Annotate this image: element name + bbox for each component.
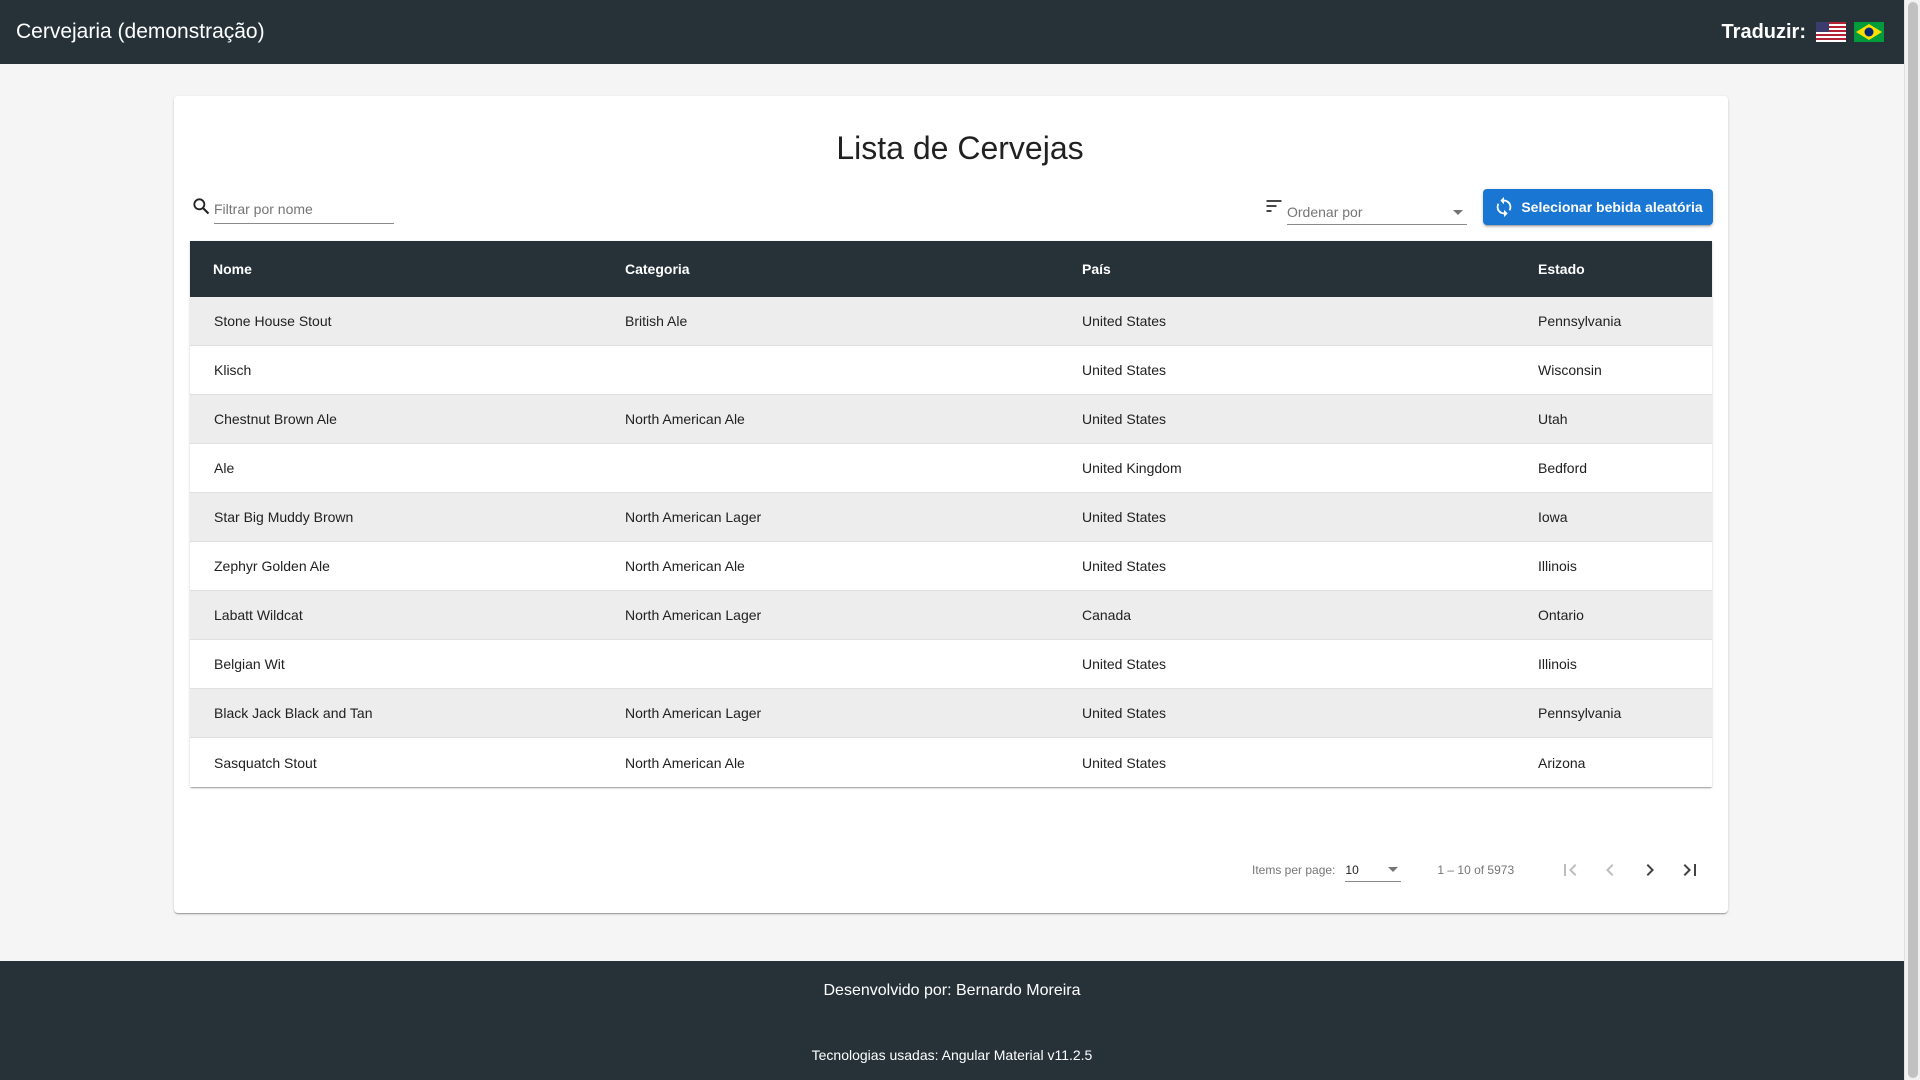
last-page-icon (1683, 864, 1697, 876)
items-per-page-select[interactable]: 10 (1345, 862, 1402, 882)
cell-state: Iowa (1538, 509, 1568, 525)
cell-state: Arizona (1538, 754, 1586, 771)
sort-placeholder: Ordenar por (1287, 204, 1363, 220)
cell-name: Belgian Wit (214, 656, 285, 672)
cell-country: United States (1082, 558, 1167, 574)
us-flag-icon[interactable] (1816, 22, 1846, 42)
developer-credit: Desenvolvido por: Bernardo Moreira (823, 982, 1081, 999)
chevron-left-icon (1606, 864, 1614, 876)
table-row[interactable]: Sasquatch Stout North American Ale Unite… (190, 738, 1712, 787)
table-header: Nome Categoria País Estado (190, 241, 1712, 297)
search-icon (191, 196, 211, 216)
cell-category: North American Lager (625, 509, 762, 525)
filter-input[interactable] (214, 201, 394, 217)
cell-country: United States (1082, 656, 1167, 672)
table-row[interactable]: Zephyr Golden Ale North American Ale Uni… (190, 542, 1712, 591)
cell-state: Illinois (1538, 656, 1577, 672)
previous-page-button[interactable] (1590, 850, 1630, 890)
cell-country: United States (1082, 509, 1167, 525)
scrollbar-thumb[interactable] (1908, 2, 1918, 1078)
brazil-flag-icon[interactable] (1854, 22, 1884, 42)
column-header-state[interactable]: Estado (1538, 261, 1712, 277)
paginator: Items per page: 10 1 – 10 of 5973 (1252, 850, 1710, 890)
random-beer-button[interactable]: Selecionar bebida aleatória (1483, 189, 1713, 225)
cell-country: United States (1082, 313, 1167, 329)
cell-country: United States (1082, 362, 1167, 378)
items-per-page-value: 10 (1345, 862, 1359, 877)
column-header-name[interactable]: Nome (190, 261, 625, 277)
sort-icon (1264, 196, 1284, 216)
table-row[interactable]: Belgian Wit United States Illinois (190, 640, 1712, 689)
cell-category: North American Ale (625, 411, 745, 427)
page-scrollbar[interactable] (1904, 0, 1920, 1080)
page-title: Lista de Cervejas (836, 130, 1084, 166)
cell-name: Labatt Wildcat (214, 607, 303, 623)
cell-name: Star Big Muddy Brown (214, 509, 354, 525)
column-header-category[interactable]: Categoria (625, 261, 1082, 277)
random-beer-button-label: Selecionar bebida aleatória (1521, 199, 1703, 215)
name-filter (191, 196, 394, 224)
table-row[interactable]: Black Jack Black and Tan North American … (190, 689, 1712, 738)
translate-section: Traduzir: (1722, 21, 1884, 44)
app-title: Cervejaria (demonstração) (16, 20, 265, 43)
cell-state: Ontario (1538, 607, 1584, 623)
table-row[interactable]: Labatt Wildcat North American Lager Cana… (190, 591, 1712, 640)
table-row[interactable]: Star Big Muddy Brown North American Lage… (190, 493, 1712, 542)
sort-select[interactable]: Ordenar por (1287, 204, 1467, 225)
cell-category: North American Ale (625, 754, 745, 771)
sync-icon (1497, 196, 1512, 218)
cell-country: United States (1082, 754, 1167, 771)
chevron-down-icon (1453, 209, 1463, 215)
technologies-used: Tecnologias usadas: Angular Material v11… (811, 1047, 1093, 1063)
cell-country: United States (1082, 411, 1167, 427)
cell-name: Sasquatch Stout (214, 754, 317, 771)
cell-state: Pennsylvania (1538, 705, 1622, 721)
footer: Desenvolvido por: Bernardo Moreira Tecno… (0, 961, 1904, 1080)
cell-name: Black Jack Black and Tan (214, 705, 373, 721)
table-row[interactable]: Stone House Stout British Ale United Sta… (190, 297, 1712, 346)
chevron-right-icon (1646, 864, 1655, 876)
cell-category: North American Lager (625, 705, 762, 721)
cell-name: Klisch (214, 362, 252, 378)
first-page-button[interactable] (1550, 850, 1590, 890)
cell-state: Pennsylvania (1538, 313, 1622, 329)
translate-label: Traduzir: (1721, 20, 1806, 43)
cell-state: Bedford (1538, 460, 1588, 476)
column-header-country[interactable]: País (1082, 261, 1538, 277)
cell-country: United States (1082, 705, 1167, 721)
cell-name: Ale (214, 460, 235, 476)
first-page-icon (1564, 864, 1577, 876)
cell-name: Stone House Stout (214, 313, 332, 329)
cell-state: Wisconsin (1538, 362, 1602, 378)
table-body: Stone House Stout British Ale United Sta… (190, 297, 1712, 787)
items-per-page-label: Items per page: (1252, 863, 1336, 877)
cell-category: British Ale (625, 313, 688, 329)
beer-table: Nome Categoria País Estado Stone House S… (190, 241, 1712, 787)
page: Cervejaria (demonstração) Traduzir: List… (0, 0, 1920, 1080)
chevron-down-icon (1388, 867, 1399, 872)
cell-category: North American Lager (625, 607, 762, 623)
filter-field (214, 201, 394, 224)
cell-category: North American Ale (625, 558, 745, 574)
table-row[interactable]: Ale United Kingdom Bedford (190, 444, 1712, 493)
cell-state: Illinois (1538, 558, 1577, 574)
cell-name: Chestnut Brown Ale (214, 411, 337, 427)
table-row[interactable]: Klisch United States Wisconsin (190, 346, 1712, 395)
page-range-label: 1 – 10 of 5973 (1437, 863, 1515, 877)
cell-country: United Kingdom (1082, 460, 1182, 476)
cell-state: Utah (1538, 411, 1568, 427)
table-row[interactable]: Chestnut Brown Ale North American Ale Un… (190, 395, 1712, 444)
cell-country: Canada (1082, 607, 1132, 623)
cell-name: Zephyr Golden Ale (214, 558, 330, 574)
top-toolbar: Cervejaria (demonstração) Traduzir: (0, 0, 1904, 64)
sort-control: Ordenar por (1264, 196, 1467, 225)
next-page-button[interactable] (1630, 850, 1670, 890)
last-page-button[interactable] (1670, 850, 1710, 890)
